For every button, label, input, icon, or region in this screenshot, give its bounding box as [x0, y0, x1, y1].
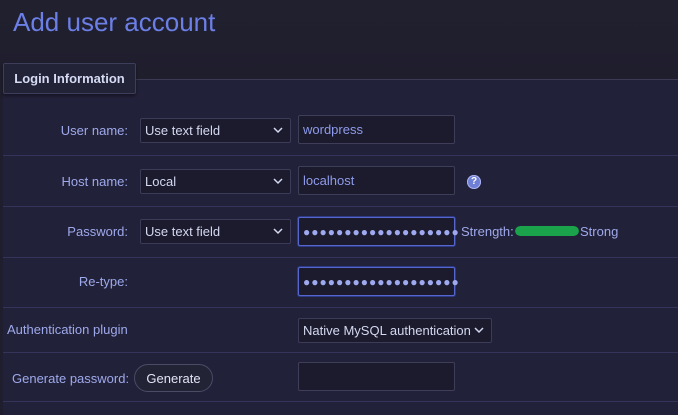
- hostname-type-value: Local: [145, 174, 177, 189]
- chevron-down-icon: [273, 178, 283, 185]
- row-divider: [3, 206, 678, 207]
- page-title: Add user account: [13, 7, 216, 37]
- username-type-select[interactable]: Use text field: [140, 118, 291, 143]
- auth-plugin-value: Native MySQL authentication: [303, 323, 471, 338]
- hostname-label: Host name:: [61, 174, 128, 189]
- help-icon[interactable]: ?: [467, 175, 481, 189]
- generate-button[interactable]: Generate: [134, 364, 213, 392]
- chevron-down-icon: [273, 127, 283, 134]
- row-divider: [3, 307, 678, 308]
- generated-password-input[interactable]: [298, 362, 455, 391]
- row-divider: [3, 257, 678, 258]
- chevron-down-icon: [474, 327, 484, 334]
- retype-password-input[interactable]: ●●●●●●●●●●●●●●●●●●●: [298, 267, 459, 296]
- password-strength-meter: [515, 226, 579, 236]
- password-label: Password:: [67, 224, 128, 239]
- password-strength-fill: [515, 226, 579, 236]
- chevron-down-icon: [273, 228, 283, 235]
- password-type-value: Use text field: [145, 224, 221, 239]
- password-value: ●●●●●●●●●●●●●●●●●●●: [303, 224, 460, 239]
- username-input[interactable]: wordpress: [298, 115, 455, 144]
- strength-label: Strength:: [461, 224, 514, 239]
- row-divider: [3, 155, 678, 156]
- password-type-select[interactable]: Use text field: [140, 219, 291, 244]
- generate-password-label: Generate password:: [12, 371, 130, 386]
- retype-label: Re-type:: [78, 274, 128, 289]
- username-value: wordpress: [303, 122, 363, 137]
- hostname-type-select[interactable]: Local: [140, 169, 291, 194]
- username-type-value: Use text field: [145, 123, 221, 138]
- fieldset-bottom-border: [3, 401, 678, 402]
- username-label: User name:: [60, 123, 128, 138]
- strength-text: Strong: [580, 224, 619, 239]
- row-divider: [3, 352, 678, 353]
- auth-plugin-label: Authentication plugin: [7, 322, 128, 337]
- hostname-value: localhost: [303, 173, 355, 188]
- auth-plugin-select[interactable]: Native MySQL authentication: [298, 318, 492, 343]
- fieldset-legend: Login Information: [3, 63, 136, 94]
- password-input[interactable]: ●●●●●●●●●●●●●●●●●●●: [298, 217, 459, 246]
- hostname-input[interactable]: localhost: [298, 166, 455, 195]
- retype-value: ●●●●●●●●●●●●●●●●●●●: [303, 274, 460, 289]
